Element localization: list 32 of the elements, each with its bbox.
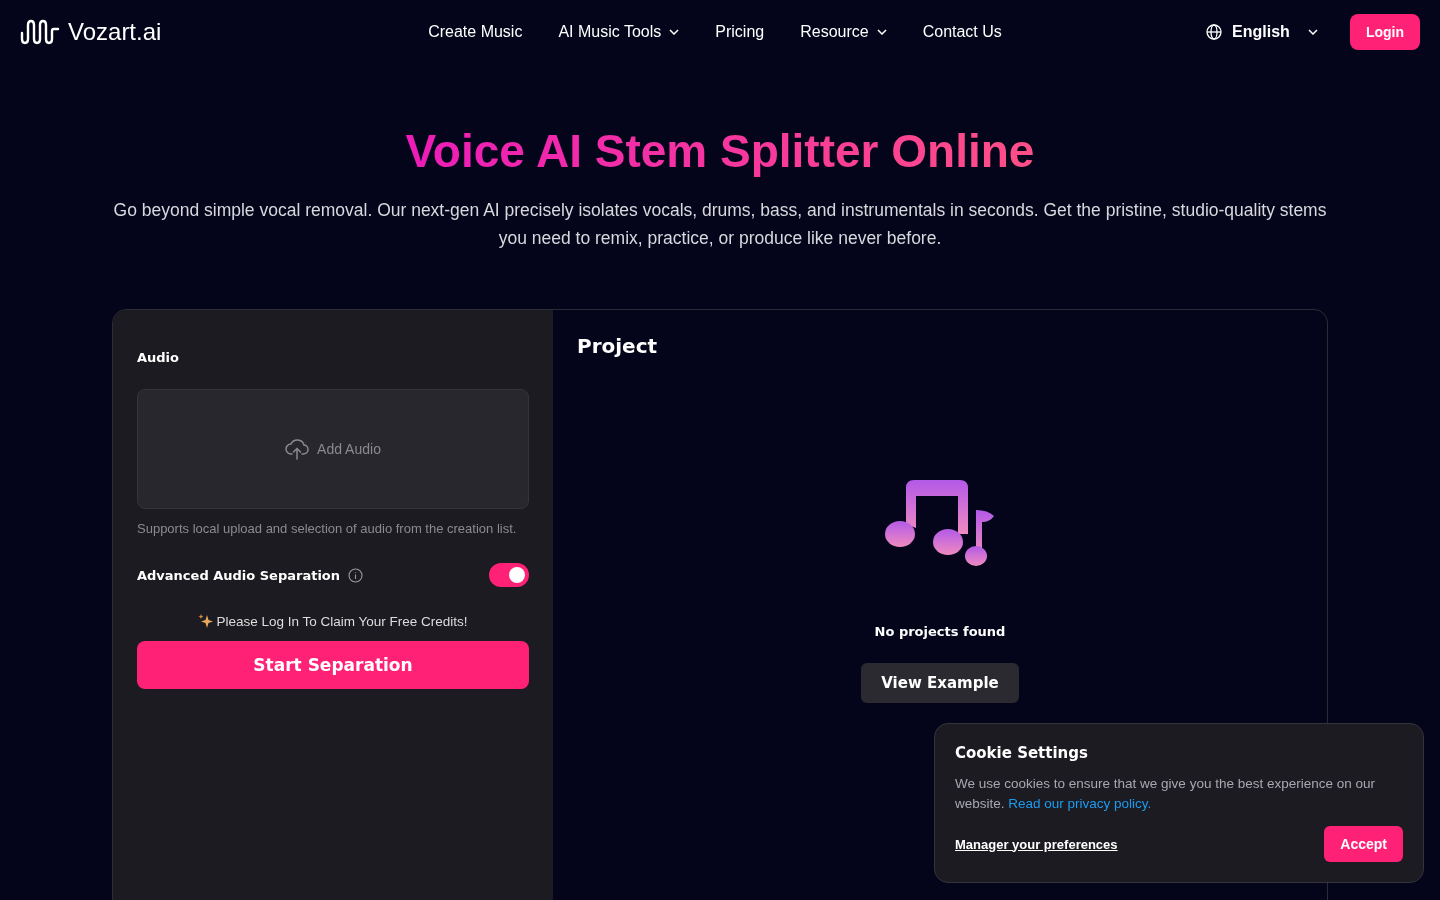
nav-link[interactable]: Resource	[800, 23, 887, 41]
globe-icon	[1206, 24, 1223, 40]
upload-hint: Supports local upload and selection of audio from the creation list.	[137, 520, 518, 538]
sparkles-icon	[198, 613, 215, 629]
page-subtitle: Go beyond simple vocal removal. Our next-gen AI precisely isolates vocals, drums, bass, and instrumentals in seconds. Get the pristine, studio-quality stems you need to remix, practice, or produce like never before.	[112, 199, 1328, 250]
cookie-title: Cookie Settings	[955, 744, 1089, 762]
cookie-text: We use cookies to ensure that we give you the best experience on our website. Read our privacy policy.	[955, 775, 1376, 813]
info-icon	[348, 567, 364, 583]
advanced-separation-toggle[interactable]	[489, 563, 529, 587]
chevron-down-icon	[669, 29, 680, 35]
view-example-button[interactable]: View Example	[861, 663, 1019, 703]
add-audio-dropzone[interactable]: Add Audio	[137, 389, 529, 509]
nav-link[interactable]: AI Music Tools	[558, 23, 680, 41]
start-separation-button[interactable]: Start Separation	[137, 641, 529, 689]
nav-link[interactable]: Contact Us	[922, 23, 1002, 41]
nav-link[interactable]: Create Music	[428, 23, 523, 41]
logo-text: Vozart.ai	[68, 18, 162, 46]
nav-link[interactable]: Pricing	[715, 23, 765, 41]
project-title: Project	[577, 334, 659, 358]
chevron-down-icon	[1307, 29, 1318, 35]
privacy-policy-link[interactable]: Read our privacy policy.	[1008, 796, 1152, 811]
accept-button[interactable]: Accept	[1324, 826, 1403, 862]
chevron-down-icon	[876, 29, 887, 35]
audio-label: Audio	[137, 350, 180, 365]
manage-preferences-link[interactable]: Manager your preferences	[955, 836, 1118, 852]
advanced-separation-label: Advanced Audio Separation	[137, 567, 341, 583]
waveform-logo-icon	[20, 19, 60, 45]
free-credits-note: Please Log In To Claim Your Free Credits!	[216, 613, 468, 629]
language-selector[interactable]: English	[1200, 22, 1324, 42]
cloud-upload-icon	[285, 438, 310, 460]
login-button[interactable]: Login	[1349, 14, 1420, 50]
empty-state-text: No projects found	[874, 624, 1006, 639]
